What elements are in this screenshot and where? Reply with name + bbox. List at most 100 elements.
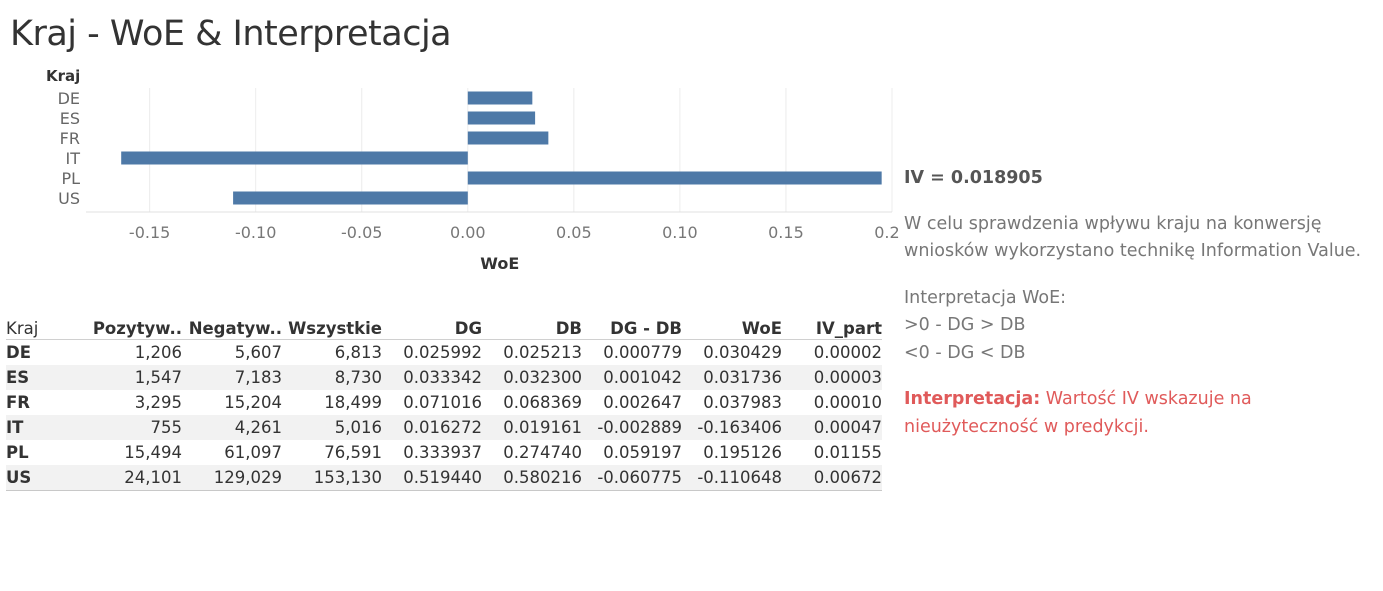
iv-conclusion: Interpretacja: Wartość IV wskazuje na ni… [904, 386, 1374, 441]
woe-bar-chart: Kraj DEESFRITPLUS -0.15 -0.10 -0.05 0.00 0.05 0… [46, 67, 900, 273]
category-label: PL [61, 169, 80, 188]
cell-kraj: PL [6, 443, 29, 462]
cell-dg: 0.033342 [382, 365, 482, 390]
table-row: IT 755 4,261 5,016 0.016272 0.019161 -0.… [6, 415, 882, 440]
cell-kraj: FR [6, 393, 30, 412]
bar-fr [467, 131, 549, 145]
category-label: US [58, 189, 80, 208]
iv-value: IV = 0.018905 [904, 168, 1043, 188]
x-tick-label: 0.15 [768, 223, 804, 242]
cell-pozytywne: 1,206 [134, 343, 182, 362]
cell-negatywne: 5,607 [234, 343, 282, 362]
cell-negatywne: 129,029 [182, 465, 282, 491]
cell-kraj: IT [6, 415, 68, 440]
cell-pozytywne: 755 [68, 415, 182, 440]
cell-dg-db: 0.002647 [603, 393, 682, 412]
table-row: US 24,101 129,029 153,130 0.519440 0.580… [6, 465, 882, 491]
table-row: DE 1,206 5,607 6,813 0.025992 0.025213 0… [6, 340, 882, 366]
cell-iv-part: 0.01155 [813, 443, 882, 462]
woe-table: Kraj Pozytyw.. Negatyw.. Wszystkie DG DB… [6, 317, 882, 491]
row-header-label: Kraj [46, 67, 80, 85]
cell-negatywne: 4,261 [182, 415, 282, 440]
bar-pl [467, 171, 882, 185]
cell-woe: -0.163406 [682, 415, 782, 440]
cell-iv-part: 0.00672 [782, 465, 882, 491]
cell-dg-db: -0.060775 [582, 465, 682, 491]
cell-dg: 0.071016 [403, 393, 482, 412]
cell-woe: 0.031736 [682, 365, 782, 390]
cell-woe: 0.195126 [703, 443, 782, 462]
cell-wszystkie: 153,130 [282, 465, 382, 491]
cell-db: 0.580216 [482, 465, 582, 491]
bar-it [121, 151, 468, 165]
x-tick-label: 0.10 [662, 223, 698, 242]
cell-iv-part: 0.00003 [782, 365, 882, 390]
cell-woe: 0.030429 [703, 343, 782, 362]
bar-us [233, 191, 468, 205]
cell-wszystkie: 8,730 [282, 365, 382, 390]
cell-db: 0.274740 [503, 443, 582, 462]
cell-db: 0.068369 [503, 393, 582, 412]
cell-iv-part: 0.00047 [782, 415, 882, 440]
cell-kraj: ES [6, 365, 68, 390]
cell-wszystkie: 76,591 [324, 443, 382, 462]
col-header-pozytywne[interactable]: Pozytyw.. [68, 317, 182, 340]
cell-iv-part: 0.00002 [813, 343, 882, 362]
cell-negatywne: 15,204 [224, 393, 282, 412]
cell-dg: 0.519440 [382, 465, 482, 491]
cell-dg: 0.016272 [382, 415, 482, 440]
page-title: Kraj - WoE & Interpretacja [10, 14, 452, 54]
col-header-wszystkie[interactable]: Wszystkie [282, 317, 382, 340]
x-tick-label: -0.05 [341, 223, 382, 242]
cell-db: 0.019161 [482, 415, 582, 440]
cell-dg: 0.333937 [403, 443, 482, 462]
col-header-dg[interactable]: DG [382, 317, 482, 340]
cell-wszystkie: 5,016 [282, 415, 382, 440]
category-label: FR [60, 129, 80, 148]
cell-wszystkie: 6,813 [334, 343, 382, 362]
cell-pozytywne: 24,101 [68, 465, 182, 491]
category-label: DE [58, 89, 80, 108]
woe-positive-rule: >0 - DG > DB [904, 315, 1026, 335]
col-header-iv-part[interactable]: IV_part [782, 317, 882, 340]
interpretation-panel: IV = 0.018905 W celu sprawdzenia wpływu … [904, 165, 1374, 460]
cell-woe: 0.037983 [703, 393, 782, 412]
cell-negatywne: 61,097 [224, 443, 282, 462]
description-text: W celu sprawdzenia wpływu kraju na konwe… [904, 213, 1362, 262]
col-header-dg-db[interactable]: DG - DB [582, 317, 682, 340]
cell-db: 0.032300 [482, 365, 582, 390]
cell-kraj: US [6, 465, 68, 491]
table-row: ES 1,547 7,183 8,730 0.033342 0.032300 0… [6, 365, 882, 390]
table-header-row: Kraj Pozytyw.. Negatyw.. Wszystkie DG DB… [6, 317, 882, 340]
category-label: ES [60, 109, 80, 128]
bar-de [467, 91, 533, 105]
col-header-db[interactable]: DB [482, 317, 582, 340]
cell-wszystkie: 18,499 [324, 393, 382, 412]
cell-db: 0.025213 [503, 343, 582, 362]
table-row: PL 15,494 61,097 76,591 0.333937 0.27474… [6, 440, 882, 465]
woe-negative-rule: <0 - DG < DB [904, 342, 1026, 363]
col-header-kraj[interactable]: Kraj [6, 317, 68, 340]
cell-pozytywne: 1,547 [68, 365, 182, 390]
cell-dg-db: 0.001042 [582, 365, 682, 390]
cell-negatywne: 7,183 [182, 365, 282, 390]
cell-dg: 0.025992 [403, 343, 482, 362]
x-axis-title: WoE [480, 254, 519, 273]
table-row: FR 3,295 15,204 18,499 0.071016 0.068369… [6, 390, 882, 415]
category-label: IT [66, 149, 81, 168]
woe-interpretation-title: Interpretacja WoE: [904, 287, 1067, 308]
x-tick-label: -0.10 [235, 223, 276, 242]
x-tick-label: -0.15 [129, 223, 170, 242]
woe-interpretation: Interpretacja WoE: >0 - DG > DB <0 - DG … [904, 285, 1374, 368]
x-tick-label: 0.20 [874, 223, 900, 242]
col-header-woe[interactable]: WoE [682, 317, 782, 340]
col-header-negatywne[interactable]: Negatyw.. [182, 317, 282, 340]
cell-dg-db: 0.059197 [603, 443, 682, 462]
cell-woe: -0.110648 [682, 465, 782, 491]
cell-kraj: DE [6, 343, 31, 362]
cell-pozytywne: 3,295 [134, 393, 182, 412]
x-tick-label: 0.05 [556, 223, 592, 242]
cell-pozytywne: 15,494 [124, 443, 182, 462]
x-tick-label: 0.00 [450, 223, 486, 242]
cell-dg-db: -0.002889 [582, 415, 682, 440]
